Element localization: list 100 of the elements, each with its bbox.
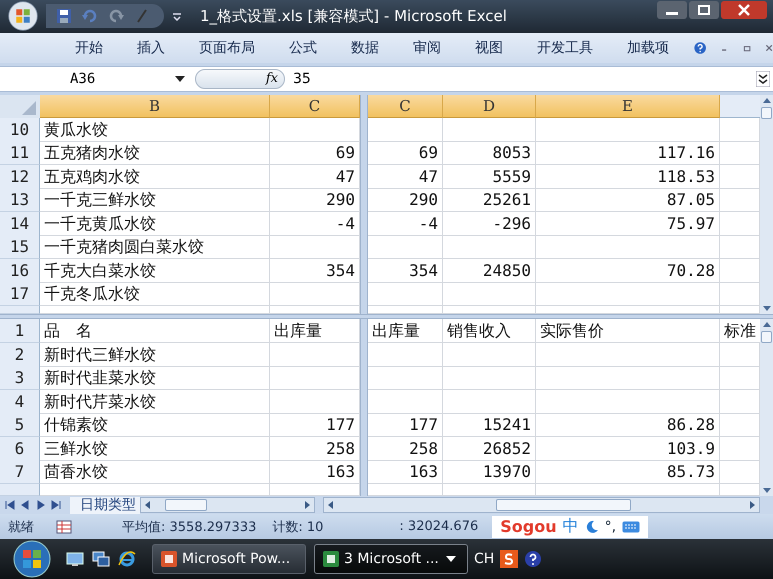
ribbon-tab[interactable]: 开发工具 — [520, 38, 610, 57]
ribbon-tab[interactable]: 视图 — [458, 38, 520, 57]
windows-icon[interactable] — [92, 551, 110, 567]
table-cell: 258 — [368, 436, 443, 461]
input-method-icon[interactable] — [500, 550, 518, 568]
formula-field[interactable]: 35 — [285, 70, 756, 87]
name-box[interactable]: A36 — [0, 70, 130, 87]
column-header[interactable]: C — [368, 94, 443, 118]
language-indicator[interactable]: CH — [474, 551, 494, 567]
table-cell: 什锦素饺 — [40, 413, 270, 438]
ribbon-tab[interactable]: 开始 — [58, 38, 120, 57]
column-header[interactable]: D — [443, 94, 536, 118]
scroll-right-icon[interactable] — [747, 500, 757, 510]
table-cell: 5559 — [443, 164, 536, 188]
row-header[interactable]: 2 — [0, 342, 40, 367]
scroll-thumb[interactable] — [761, 106, 772, 118]
table-cell: 三鲜水饺 — [40, 436, 270, 461]
sheet-tab[interactable]: 日期类型 — [70, 496, 140, 514]
table-cell: 26852 — [443, 436, 536, 461]
table-cell: 千克大白菜水饺 — [40, 258, 270, 282]
table-cell: 新时代三鲜水饺 — [40, 342, 270, 367]
taskbar-button[interactable]: Microsoft Pow... — [152, 544, 306, 574]
caret-icon[interactable] — [175, 76, 185, 82]
row-header[interactable]: 4 — [0, 390, 40, 414]
ribbon-tab[interactable]: 数据 — [334, 38, 396, 57]
ribbon-tab[interactable]: 公式 — [272, 38, 334, 57]
row-header[interactable]: 7 — [0, 460, 40, 484]
row-header[interactable]: 15 — [0, 235, 40, 259]
table-cell: 新时代芹菜水饺 — [40, 390, 270, 414]
ime-mode[interactable]: 中 — [562, 516, 579, 538]
row-header[interactable]: 10 — [0, 118, 40, 142]
table-cell: 24850 — [443, 258, 536, 282]
table-cell: 118.53 — [536, 164, 720, 188]
vertical-scrollbar[interactable] — [760, 94, 773, 314]
select-all-corner[interactable] — [0, 94, 40, 118]
column-header[interactable]: B — [40, 94, 270, 118]
table-cell: 86.28 — [536, 413, 720, 438]
row-header[interactable]: 3 — [0, 366, 40, 390]
pane-splitter[interactable] — [0, 314, 773, 320]
vertical-scrollbar[interactable] — [760, 319, 773, 496]
pane-splitter[interactable] — [360, 94, 368, 118]
moon-icon[interactable] — [584, 520, 599, 534]
scroll-thumb[interactable] — [761, 331, 772, 344]
ribbon-tab[interactable]: 插入 — [120, 38, 182, 57]
row-header[interactable]: 14 — [0, 212, 40, 236]
scroll-left-icon[interactable] — [326, 500, 336, 510]
expand-icon[interactable] — [756, 70, 770, 87]
ime-logo[interactable]: Sogou — [500, 517, 557, 536]
ime-punctuation[interactable]: °, — [604, 518, 616, 535]
table-cell: 茴香水饺 — [40, 460, 270, 484]
status-count: 计数: 10 — [271, 518, 324, 536]
minimize-button[interactable] — [657, 1, 687, 19]
restore-button[interactable] — [689, 1, 719, 19]
row-header[interactable]: 17 — [0, 282, 40, 306]
table-cell: 354 — [368, 258, 443, 282]
undo-icon[interactable] — [82, 8, 98, 24]
ribbon-tab[interactable]: 加载项 — [610, 38, 686, 57]
row-header[interactable]: 6 — [0, 436, 40, 461]
row-header[interactable]: 1 — [0, 319, 40, 344]
horizontal-scrollbar[interactable] — [323, 497, 760, 514]
ribbon-tab[interactable]: 页面布局 — [182, 38, 272, 57]
row-header[interactable]: 16 — [0, 258, 40, 282]
help-icon[interactable] — [524, 550, 542, 568]
table-cell: 13970 — [443, 460, 536, 484]
table-cell: 一千克黄瓜水饺 — [40, 212, 270, 236]
table-cell: 70.28 — [536, 258, 720, 282]
customize-caret-icon[interactable] — [172, 11, 182, 22]
row-header[interactable]: 5 — [0, 413, 40, 438]
save-icon[interactable] — [56, 8, 72, 24]
table-cell: 五克鸡肉水饺 — [40, 164, 270, 188]
row-header[interactable]: 11 — [0, 141, 40, 165]
start-button[interactable] — [12, 539, 52, 579]
row-header[interactable]: 13 — [0, 188, 40, 212]
office-logo-icon[interactable] — [8, 1, 38, 32]
app-icon — [323, 551, 339, 567]
table-icon[interactable] — [56, 520, 72, 534]
scroll-thumb[interactable] — [165, 499, 207, 512]
close-button[interactable] — [721, 1, 767, 19]
taskbar-button[interactable]: 3 Microsoft ... — [314, 544, 468, 574]
status-average: 平均值: 3558.297333 — [121, 518, 258, 536]
row-header[interactable]: 12 — [0, 164, 40, 188]
column-header[interactable]: E — [536, 94, 720, 118]
table-cell: 新时代韭菜水饺 — [40, 366, 270, 390]
table-cell: 销售收入 — [443, 319, 536, 344]
table-cell: 117.16 — [536, 141, 720, 165]
caret-icon[interactable] — [446, 556, 456, 562]
table-cell: 五克猪肉水饺 — [40, 141, 270, 165]
scroll-thumb[interactable] — [496, 499, 631, 512]
scroll-right-icon[interactable] — [302, 500, 312, 510]
ribbon-tab[interactable]: 审阅 — [396, 38, 458, 57]
column-header[interactable]: C — [270, 94, 360, 118]
horizontal-scrollbar[interactable] — [140, 497, 315, 514]
redo-icon[interactable] — [108, 8, 124, 24]
pane-splitter[interactable] — [360, 484, 368, 496]
keyboard-icon[interactable] — [622, 520, 640, 533]
scroll-left-icon[interactable] — [143, 500, 153, 510]
desktop-icon[interactable] — [66, 551, 84, 567]
function-button[interactable]: fx — [195, 68, 285, 89]
pane-splitter[interactable] — [360, 319, 368, 344]
browser-icon[interactable] — [118, 551, 136, 567]
